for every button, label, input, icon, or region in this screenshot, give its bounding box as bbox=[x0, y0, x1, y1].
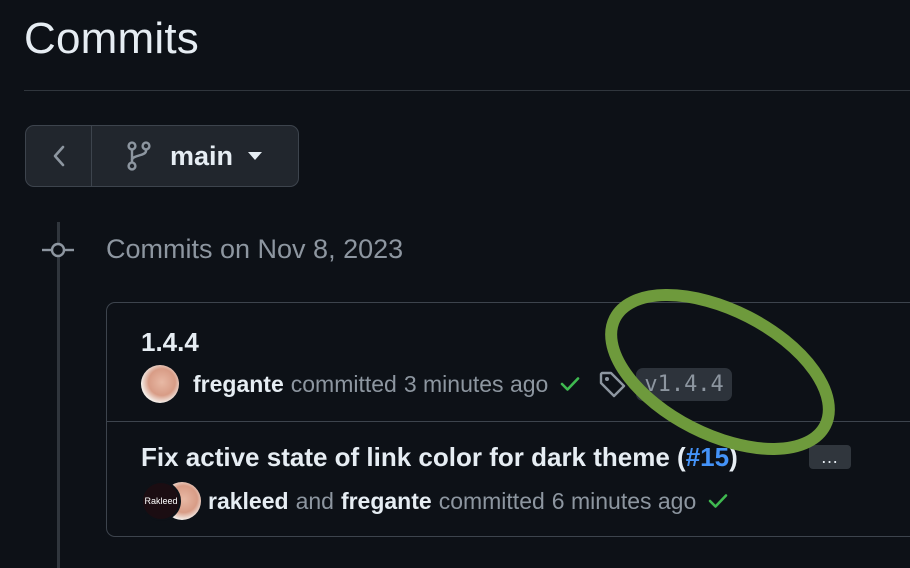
pull-request-link[interactable]: #15 bbox=[686, 442, 729, 472]
branch-name: main bbox=[170, 140, 234, 171]
commit-meta: Rakleed rakleed and fregante committed 6… bbox=[141, 481, 728, 521]
check-icon[interactable] bbox=[708, 493, 728, 509]
tag-label[interactable]: v1.4.4 bbox=[636, 367, 732, 401]
check-icon[interactable] bbox=[560, 376, 580, 392]
commit-title-link[interactable]: Fix active state of link color for dark … bbox=[141, 442, 738, 473]
committed-label: committed bbox=[290, 370, 397, 397]
avatar-stack: Rakleed bbox=[141, 481, 201, 521]
commit-title-suffix: ) bbox=[729, 442, 738, 472]
title-divider bbox=[24, 90, 910, 91]
timeline-line bbox=[57, 222, 60, 568]
commit-title-text[interactable]: Fix active state of link color for dark … bbox=[141, 442, 686, 472]
back-button[interactable] bbox=[26, 126, 92, 186]
branch-navigation: main bbox=[25, 125, 299, 187]
commit-time[interactable]: 3 minutes ago bbox=[404, 371, 548, 398]
page-title: Commits bbox=[24, 14, 199, 63]
avatar[interactable] bbox=[141, 365, 179, 403]
avatar[interactable]: Rakleed bbox=[141, 481, 181, 521]
chevron-left-icon bbox=[53, 145, 64, 167]
commit-author-link[interactable]: rakleed bbox=[208, 488, 289, 515]
commits-date-heading: Commits on Nov 8, 2023 bbox=[106, 234, 404, 264]
committed-label: committed bbox=[438, 487, 545, 514]
commits-page: Commits main Commits on Nov 8, 2023 1.4.… bbox=[0, 0, 910, 568]
commit-author-link[interactable]: fregante bbox=[193, 371, 284, 398]
commit-title-link[interactable]: 1.4.4 bbox=[141, 327, 199, 358]
branch-selector-button[interactable]: main bbox=[92, 126, 298, 186]
and-label: and bbox=[295, 487, 334, 514]
git-commit-icon bbox=[42, 242, 74, 258]
expand-message-button[interactable]: … bbox=[809, 445, 851, 469]
commit-meta: fregante committed 3 minutes ago v1.4.4 bbox=[141, 365, 732, 403]
tag-icon bbox=[598, 370, 628, 398]
commit-list: 1.4.4 fregante committed 3 minutes ago v… bbox=[106, 302, 910, 537]
coauthor-link[interactable]: fregante bbox=[341, 488, 432, 515]
git-branch-icon bbox=[127, 141, 151, 171]
commit-time[interactable]: 6 minutes ago bbox=[552, 488, 696, 515]
triangle-down-icon bbox=[247, 151, 263, 161]
commit-divider bbox=[107, 421, 910, 422]
